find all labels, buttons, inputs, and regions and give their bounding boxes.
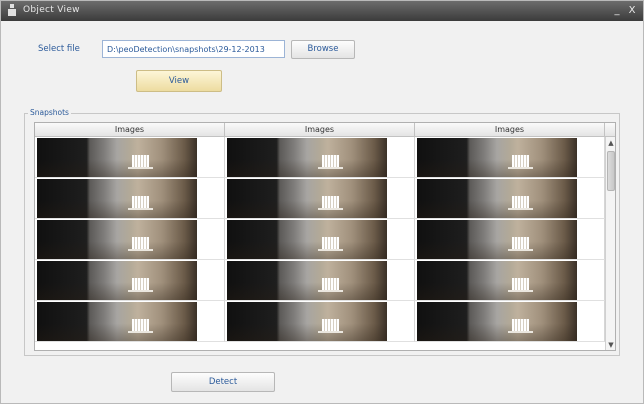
file-path-field[interactable] (102, 40, 285, 58)
app-icon (8, 4, 16, 16)
snapshot-thumbnail[interactable] (227, 179, 387, 218)
table-header: Images Images Images (35, 123, 605, 137)
snapshot-thumbnail[interactable] (417, 179, 577, 218)
column-header-images-2[interactable]: Images (225, 123, 415, 137)
snapshots-group-label: Snapshots (28, 108, 71, 117)
snapshot-thumbnail[interactable] (227, 302, 387, 341)
snapshot-thumbnail[interactable] (37, 261, 197, 300)
snapshot-cell[interactable] (35, 178, 225, 219)
vertical-scrollbar[interactable]: ▲ ▼ (605, 137, 615, 350)
snapshot-cell[interactable] (415, 260, 605, 301)
snapshot-thumbnail[interactable] (417, 138, 577, 177)
snapshot-cell[interactable] (35, 301, 225, 342)
snapshot-thumbnail[interactable] (417, 220, 577, 259)
snapshot-cell[interactable] (415, 178, 605, 219)
view-button[interactable]: View (136, 70, 222, 92)
close-icon[interactable]: X (626, 4, 638, 17)
detect-button[interactable]: Detect (171, 372, 275, 392)
minimize-icon[interactable]: _ (611, 4, 623, 17)
snapshot-thumbnail[interactable] (37, 302, 197, 341)
snapshot-thumbnail[interactable] (37, 138, 197, 177)
object-view-window: Object View _ X Select file Browse View … (0, 0, 644, 404)
table-body (35, 137, 605, 350)
snapshot-cell[interactable] (35, 260, 225, 301)
browse-button[interactable]: Browse (291, 40, 355, 59)
window-title: Object View (23, 5, 80, 15)
snapshot-cell[interactable] (225, 178, 415, 219)
snapshot-thumbnail[interactable] (37, 220, 197, 259)
snapshots-table: Images Images Images ▲ ▼ (34, 122, 616, 351)
snapshot-cell[interactable] (415, 137, 605, 178)
snapshot-cell[interactable] (225, 137, 415, 178)
title-bar: Object View _ X (1, 1, 643, 21)
snapshot-cell[interactable] (415, 219, 605, 260)
arrow-up-icon[interactable]: ▲ (606, 138, 615, 148)
snapshot-cell[interactable] (225, 260, 415, 301)
snapshot-cell[interactable] (415, 301, 605, 342)
scrollbar-thumb[interactable] (607, 151, 615, 191)
snapshot-thumbnail[interactable] (37, 179, 197, 218)
snapshot-thumbnail[interactable] (227, 261, 387, 300)
column-header-images-3[interactable]: Images (415, 123, 605, 137)
header-corner (605, 123, 615, 137)
snapshot-cell[interactable] (35, 219, 225, 260)
snapshot-thumbnail[interactable] (227, 138, 387, 177)
select-file-label: Select file (38, 44, 80, 54)
arrow-down-icon[interactable]: ▼ (606, 340, 615, 350)
snapshot-cell[interactable] (35, 137, 225, 178)
snapshot-cell[interactable] (225, 219, 415, 260)
column-header-images-1[interactable]: Images (35, 123, 225, 137)
snapshot-cell[interactable] (225, 301, 415, 342)
snapshot-thumbnail[interactable] (227, 220, 387, 259)
snapshot-thumbnail[interactable] (417, 261, 577, 300)
snapshot-thumbnail[interactable] (417, 302, 577, 341)
